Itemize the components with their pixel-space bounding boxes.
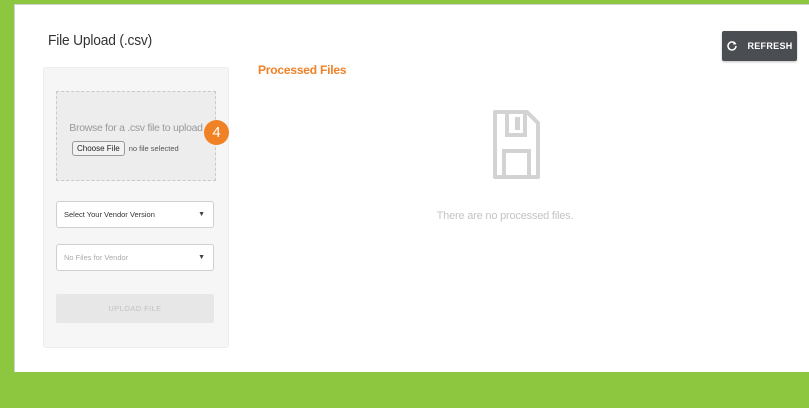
file-drop-zone[interactable]: Browse for a .csv file to upload Choose … [56,91,216,181]
refresh-icon [726,40,738,52]
floppy-disk-icon [482,106,546,186]
empty-state-message: There are no processed files. [436,210,574,222]
main-card: File Upload (.csv) REFRESH Browse for a … [14,4,809,372]
chevron-down-icon: ▼ [198,254,205,261]
upload-file-button[interactable]: UPLOAD FILE [56,294,214,323]
chevron-down-icon: ▼ [198,211,205,218]
vendor-files-select[interactable]: No Files for Vendor ▼ [56,244,214,271]
choose-file-button[interactable]: Choose File [72,141,125,156]
vendor-version-select[interactable]: Select Your Vendor Version ▼ [56,201,214,228]
refresh-label: REFRESH [747,41,793,51]
refresh-button[interactable]: REFRESH [722,31,797,61]
vendor-version-value: Select Your Vendor Version [64,210,155,219]
vendor-files-value: No Files for Vendor [64,253,129,262]
upload-panel: Browse for a .csv file to upload Choose … [43,67,229,348]
page-title: File Upload (.csv) [48,32,153,49]
file-input[interactable]: Choose File no file selected [72,141,179,156]
drop-zone-text: Browse for a .csv file to upload [69,122,203,134]
no-file-selected-text: no file selected [128,144,179,153]
processed-files-title: Processed Files [258,63,347,77]
step-badge: 4 [204,120,229,145]
